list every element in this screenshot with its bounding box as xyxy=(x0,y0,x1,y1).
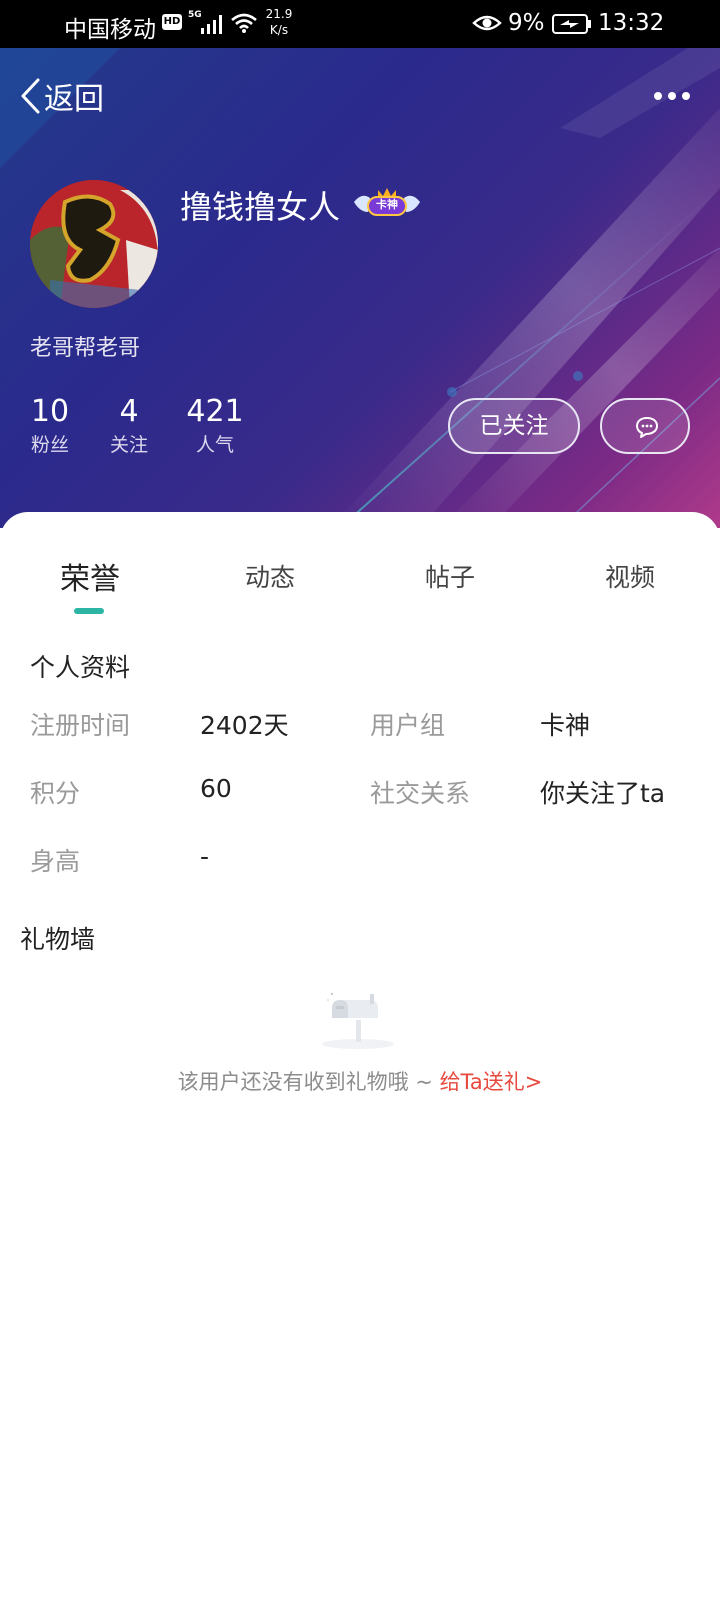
gift-empty-message: 该用户还没有收到礼物哦 ~ 给Ta送礼> xyxy=(0,1066,720,1096)
username: 撸钱撸女人 xyxy=(180,188,341,226)
gift-wall-title: 礼物墙 xyxy=(20,925,96,954)
chat-bubble-icon xyxy=(636,417,658,438)
tab-indicator xyxy=(74,608,104,614)
stat-value: 421 xyxy=(186,394,244,429)
tab-posts[interactable]: 帖子 xyxy=(390,558,510,594)
stat-following[interactable]: 4 关注 xyxy=(104,392,154,458)
battery-charging-icon xyxy=(552,14,591,34)
message-button[interactable] xyxy=(600,398,690,454)
tab-activity[interactable]: 动态 xyxy=(210,558,330,594)
stat-popularity: 421 人气 xyxy=(182,392,248,458)
info-label-register-time: 注册时间 xyxy=(30,711,131,740)
eye-icon xyxy=(472,15,502,31)
avatar[interactable] xyxy=(30,180,158,308)
stat-label: 人气 xyxy=(195,434,234,456)
speed-unit: K/s xyxy=(269,23,289,37)
back-button[interactable]: 返回 xyxy=(18,76,104,117)
info-label-points: 积分 xyxy=(30,779,81,808)
back-label: 返回 xyxy=(44,82,104,117)
profile-header: 返回 撸钱撸女人 卡神 老哥帮老哥 10 粉丝 4 关注 421 人气 已关注 xyxy=(0,48,720,528)
info-value-user-group: 卡神 xyxy=(540,711,591,740)
more-dots-icon[interactable] xyxy=(652,88,692,104)
network-speed: 21.9 K/s xyxy=(262,6,296,38)
carrier-label: 中国移动 xyxy=(64,17,156,43)
mailbox-icon xyxy=(322,992,394,1049)
info-label-height: 身高 xyxy=(30,847,81,876)
info-label-relation: 社交关系 xyxy=(370,779,471,808)
status-bar: 中国移动 HD 5G 21.9 K/s 9% 13:32 xyxy=(0,0,720,48)
clock: 13:32 xyxy=(598,10,665,36)
info-value-points: 60 xyxy=(200,774,232,803)
stat-value: 4 xyxy=(119,394,139,429)
gift-empty-text: 该用户还没有收到礼物哦 ~ xyxy=(177,1070,440,1094)
stat-label: 关注 xyxy=(109,434,148,456)
battery-percent: 9% xyxy=(508,10,545,36)
info-value-register-time: 2402天 xyxy=(200,711,289,740)
info-label-user-group: 用户组 xyxy=(370,711,446,740)
profile-signature: 老哥帮老哥 xyxy=(30,336,141,361)
send-gift-link[interactable]: 给Ta送礼> xyxy=(440,1070,543,1094)
info-value-relation: 你关注了ta xyxy=(540,779,666,808)
tab-videos[interactable]: 视频 xyxy=(570,558,690,594)
signal-icon xyxy=(201,15,222,34)
rank-badge-label: 卡神 xyxy=(376,198,398,211)
chevron-left-icon xyxy=(21,78,40,114)
profile-content: 荣誉 动态 帖子 视频 个人资料 注册时间 2402天 用户组 卡神 积分 60… xyxy=(0,512,720,1600)
tab-honor[interactable]: 荣誉 xyxy=(30,554,150,598)
wifi-icon xyxy=(231,13,257,33)
hd-icon: HD xyxy=(162,14,182,30)
speed-value: 21.9 xyxy=(265,7,293,21)
followed-button[interactable]: 已关注 xyxy=(448,398,580,454)
info-value-height: - xyxy=(200,842,210,871)
stat-label: 粉丝 xyxy=(30,434,69,456)
stat-value: 10 xyxy=(30,394,70,429)
tab-bar: 荣誉 动态 帖子 视频 xyxy=(0,512,720,614)
stat-fans[interactable]: 10 粉丝 xyxy=(26,392,74,458)
avatar-image xyxy=(30,180,158,308)
personal-info-title: 个人资料 xyxy=(30,653,131,682)
